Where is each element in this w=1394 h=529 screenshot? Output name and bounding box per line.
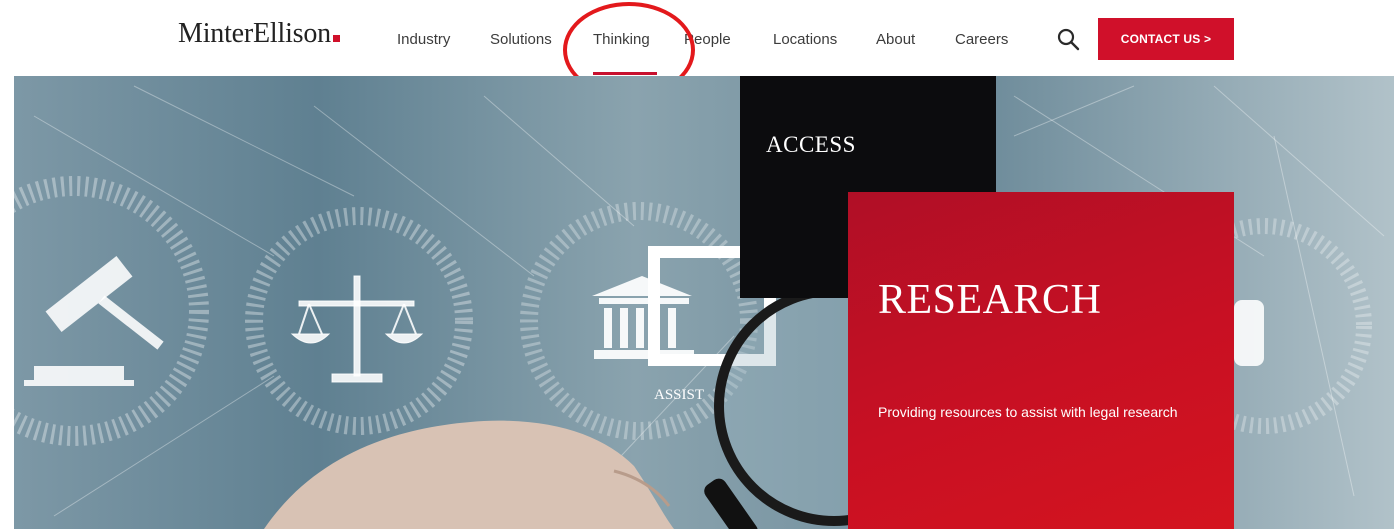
research-description: Providing resources to assist with legal… (878, 404, 1178, 420)
access-heading: ACCESS (766, 132, 856, 157)
assist-label: ASSIST (654, 387, 705, 403)
logo-dot (332, 35, 340, 42)
nav-item-careers[interactable]: Careers (955, 31, 1008, 48)
logo-text: MinterEllison (178, 18, 331, 49)
partial-icon (1234, 300, 1264, 366)
courthouse-icon (592, 276, 694, 359)
contact-us-button[interactable]: CONTACT US > (1098, 18, 1234, 60)
research-title[interactable]: RESEARCH (878, 276, 1101, 324)
logo[interactable]: MinterEllison (178, 18, 340, 50)
search-icon[interactable] (1056, 27, 1080, 51)
nav-item-about[interactable]: About (876, 31, 915, 48)
hero-banner: ACCESS RESEARCH Providing resources to a… (14, 76, 1394, 529)
nav-item-industry[interactable]: Industry (397, 31, 450, 48)
scales-icon (290, 275, 424, 383)
research-card[interactable] (848, 192, 1234, 529)
hand-shape (264, 420, 674, 529)
nav-item-solutions[interactable]: Solutions (490, 31, 552, 48)
nav-item-locations[interactable]: Locations (773, 31, 837, 48)
gavel-icon (24, 256, 164, 386)
site-header: MinterEllison Industry Solutions Thinkin… (0, 0, 1394, 76)
